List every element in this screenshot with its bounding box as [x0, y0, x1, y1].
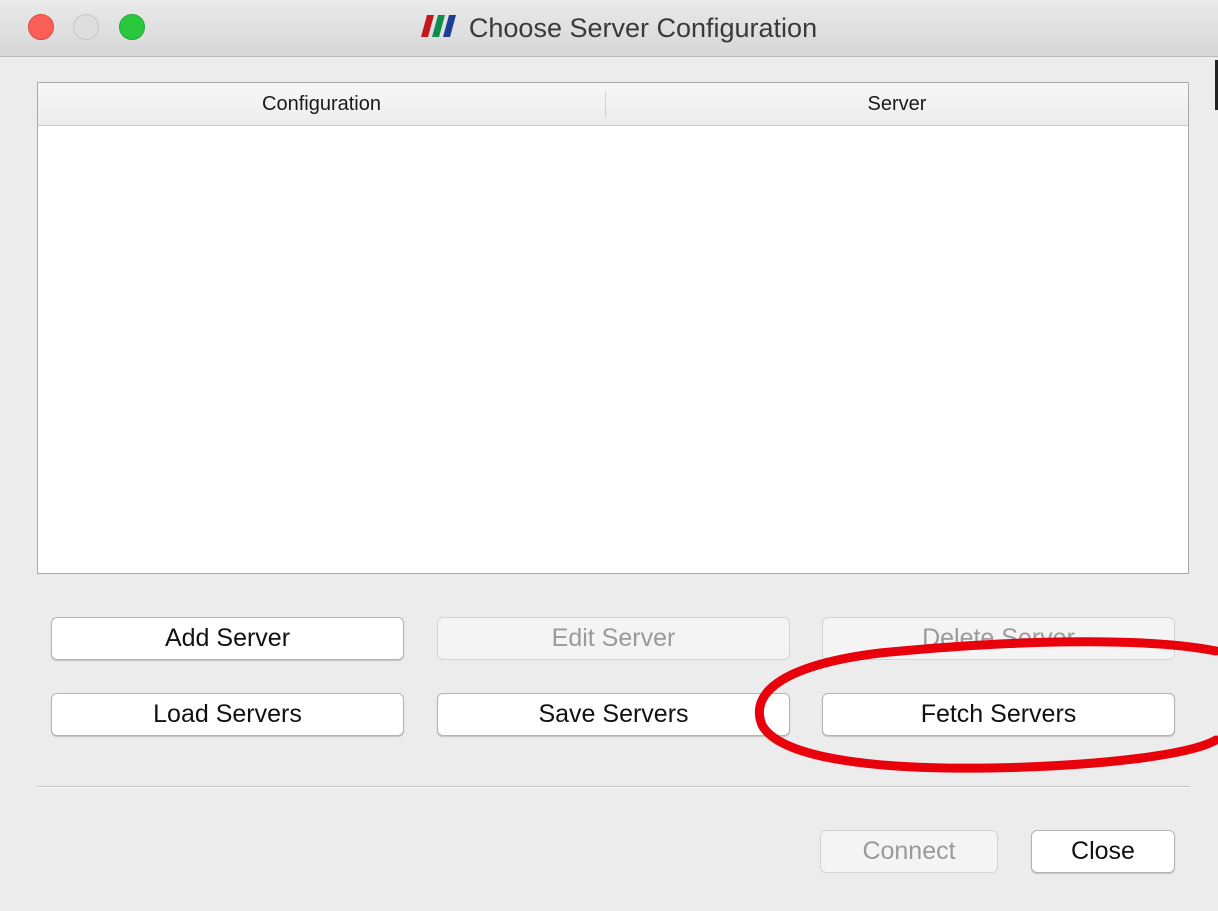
- load-servers-button[interactable]: Load Servers: [51, 693, 404, 736]
- edit-server-button[interactable]: Edit Server: [437, 617, 790, 660]
- window-title: Choose Server Configuration: [468, 12, 818, 43]
- close-button[interactable]: Close: [1031, 830, 1175, 873]
- server-configuration-table[interactable]: Configuration Server: [37, 82, 1189, 574]
- title-bar[interactable]: Choose Server Configuration: [0, 0, 1218, 57]
- fetch-servers-button[interactable]: Fetch Servers: [822, 693, 1175, 736]
- connect-button[interactable]: Connect: [820, 830, 998, 873]
- table-header: Configuration Server: [38, 83, 1188, 126]
- column-header-server[interactable]: Server: [606, 83, 1188, 125]
- paraview-logo-icon: [420, 13, 459, 44]
- column-header-configuration[interactable]: Configuration: [38, 83, 605, 125]
- separator-highlight: [37, 787, 1190, 788]
- save-servers-button[interactable]: Save Servers: [437, 693, 790, 736]
- delete-server-button[interactable]: Delete Server: [822, 617, 1175, 660]
- add-server-button[interactable]: Add Server: [51, 617, 404, 660]
